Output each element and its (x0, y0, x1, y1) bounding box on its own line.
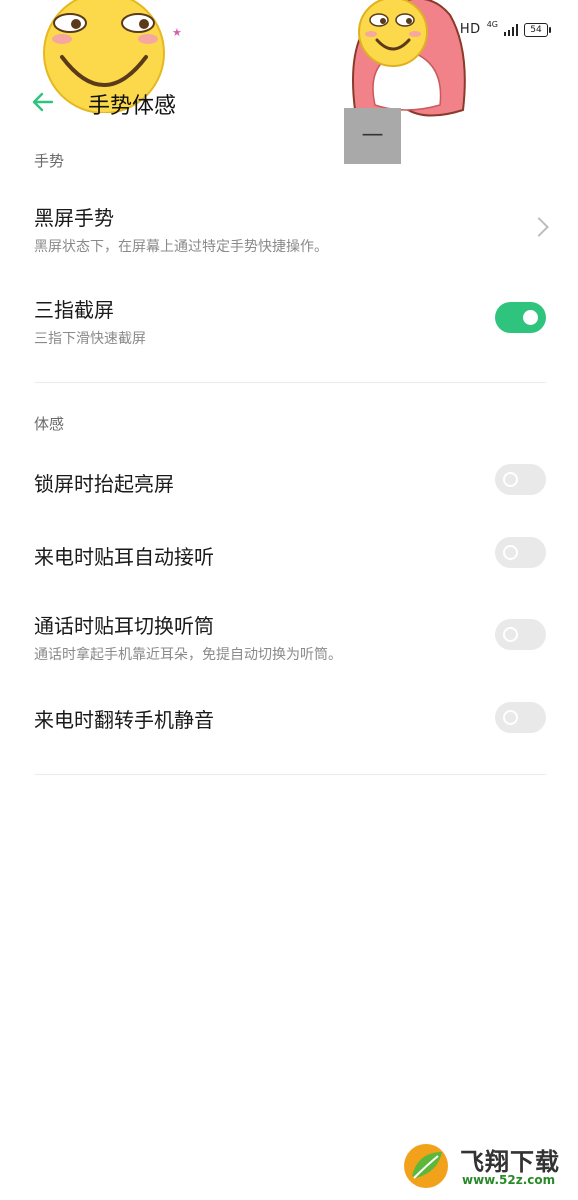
item-title: 来电时翻转手机静音 (34, 708, 214, 732)
raise-to-wake-toggle[interactable] (495, 464, 546, 495)
divider (34, 774, 546, 775)
list-item-raise-to-wake[interactable]: 锁屏时抬起亮屏 (0, 452, 578, 508)
watermark-brand: 飞翔下载 (460, 1148, 560, 1176)
chevron-right-icon (529, 217, 549, 237)
list-item-auto-answer[interactable]: 来电时贴耳自动接听 (0, 525, 578, 581)
item-title: 通话时贴耳切换听筒 (34, 614, 214, 638)
item-title: 三指截屏 (34, 298, 114, 322)
overlay-minimize-button[interactable]: — (344, 108, 401, 164)
item-title: 锁屏时抬起亮屏 (34, 472, 174, 496)
page-title: 手势体感 (88, 94, 177, 119)
toggle-knob (503, 472, 518, 487)
signal-icon (504, 23, 518, 36)
auto-answer-toggle[interactable] (495, 537, 546, 568)
item-title: 黑屏手势 (34, 206, 114, 230)
flip-to-mute-toggle[interactable] (495, 702, 546, 733)
three-finger-screenshot-toggle[interactable] (495, 302, 546, 333)
watermark: 飞翔下载 www.52z.com (402, 1140, 572, 1196)
battery-icon: 54 (524, 22, 551, 37)
signal-type-label: 4G (486, 20, 498, 29)
list-item-flip-to-mute[interactable]: 来电时翻转手机静音 (0, 690, 578, 746)
arrow-left-icon[interactable] (30, 88, 58, 116)
leaf-logo-icon (404, 1144, 448, 1188)
switch-to-earpiece-toggle[interactable] (495, 619, 546, 650)
watermark-url: www.52z.com (462, 1173, 556, 1187)
toggle-knob (503, 627, 518, 642)
status-icons: HD 4G 54 (460, 20, 551, 37)
toggle-knob (523, 310, 538, 325)
item-title: 来电时贴耳自动接听 (34, 545, 214, 569)
item-description: 通话时拿起手机靠近耳朵，免提自动切换为听筒。 (34, 647, 342, 663)
list-item-switch-to-earpiece[interactable]: 通话时贴耳切换听筒 通话时拿起手机靠近耳朵，免提自动切换为听筒。 (0, 598, 578, 670)
item-description: 黑屏状态下，在屏幕上通过特定手势快捷操作。 (34, 239, 328, 255)
star-icon: ★ (172, 26, 182, 39)
section-header-motion: 体感 (34, 415, 65, 433)
emoji-sticker-blanket-icon (352, 0, 466, 117)
list-item-three-finger-screenshot[interactable]: 三指截屏 三指下滑快速截屏 (0, 282, 578, 354)
section-header-gesture: 手势 (34, 152, 65, 170)
toggle-knob (503, 545, 518, 560)
item-description: 三指下滑快速截屏 (34, 331, 146, 347)
divider (34, 382, 546, 383)
list-item-black-screen-gesture[interactable]: 黑屏手势 黑屏状态下，在屏幕上通过特定手势快捷操作。 (0, 190, 578, 262)
toggle-knob (503, 710, 518, 725)
